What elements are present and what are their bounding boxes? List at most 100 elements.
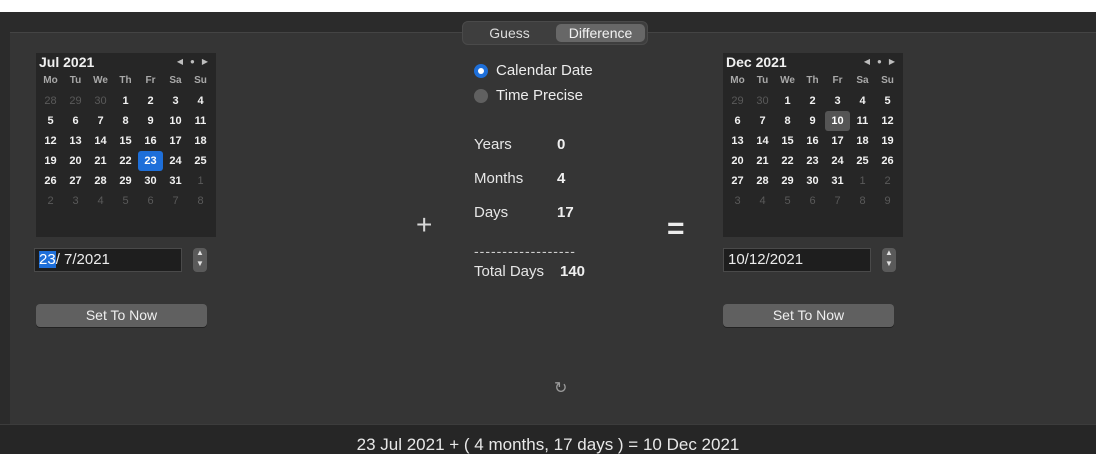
day-cell[interactable]: 2: [38, 191, 63, 211]
day-cell[interactable]: 1: [188, 171, 213, 191]
day-cell[interactable]: 20: [725, 151, 750, 171]
day-cell[interactable]: 1: [113, 91, 138, 111]
day-cell[interactable]: 25: [188, 151, 213, 171]
day-cell[interactable]: 3: [163, 91, 188, 111]
day-cell[interactable]: 12: [38, 131, 63, 151]
day-cell[interactable]: 30: [750, 91, 775, 111]
day-cell[interactable]: 6: [138, 191, 163, 211]
day-cell[interactable]: 3: [63, 191, 88, 211]
day-cell[interactable]: 30: [88, 91, 113, 111]
day-cell[interactable]: 26: [38, 171, 63, 191]
day-cell[interactable]: 3: [725, 191, 750, 211]
option-calendar-date[interactable]: Calendar Date: [474, 62, 593, 79]
day-cell[interactable]: 2: [800, 91, 825, 111]
day-cell[interactable]: 1: [850, 171, 875, 191]
day-cell[interactable]: 6: [725, 111, 750, 131]
radio-off-icon[interactable]: [474, 88, 488, 103]
start-date-field[interactable]: 23/ 7/2021: [34, 248, 182, 272]
radio-on-icon[interactable]: [474, 63, 488, 78]
stepper-up-icon[interactable]: ▲: [193, 248, 207, 259]
day-cell[interactable]: 2: [138, 91, 163, 111]
day-cell[interactable]: 9: [138, 111, 163, 131]
day-cell[interactable]: 22: [775, 151, 800, 171]
day-cell[interactable]: 24: [163, 151, 188, 171]
day-cell[interactable]: 5: [38, 111, 63, 131]
day-cell[interactable]: 20: [63, 151, 88, 171]
day-cell[interactable]: 11: [850, 111, 875, 131]
tab-difference[interactable]: Difference: [556, 24, 645, 42]
day-cell[interactable]: 8: [775, 111, 800, 131]
day-cell[interactable]: 27: [63, 171, 88, 191]
day-cell[interactable]: 4: [88, 191, 113, 211]
day-cell[interactable]: 16: [138, 131, 163, 151]
day-cell[interactable]: 2: [875, 171, 900, 191]
start-set-to-now-button[interactable]: Set To Now: [36, 304, 207, 327]
day-cell[interactable]: 21: [88, 151, 113, 171]
day-cell[interactable]: 4: [750, 191, 775, 211]
day-cell[interactable]: 29: [113, 171, 138, 191]
day-cell[interactable]: 19: [875, 131, 900, 151]
day-cell[interactable]: 6: [63, 111, 88, 131]
day-cell[interactable]: 24: [825, 151, 850, 171]
day-cell[interactable]: 26: [875, 151, 900, 171]
day-cell[interactable]: 30: [138, 171, 163, 191]
day-cell[interactable]: 3: [825, 91, 850, 111]
end-date-field[interactable]: 10/12/2021: [723, 248, 871, 272]
stepper-down-icon[interactable]: ▼: [882, 259, 896, 270]
day-cell[interactable]: 28: [88, 171, 113, 191]
day-cell[interactable]: 25: [850, 151, 875, 171]
day-cell[interactable]: 4: [188, 91, 213, 111]
day-cell[interactable]: 10: [163, 111, 188, 131]
day-cell[interactable]: 5: [875, 91, 900, 111]
day-cell[interactable]: 7: [750, 111, 775, 131]
day-cell[interactable]: 13: [725, 131, 750, 151]
start-date-day-segment[interactable]: 23: [39, 251, 56, 268]
day-cell[interactable]: 29: [775, 171, 800, 191]
option-time-precise[interactable]: Time Precise: [474, 87, 583, 104]
day-cell[interactable]: 9: [800, 111, 825, 131]
day-cell[interactable]: 13: [63, 131, 88, 151]
day-cell[interactable]: 16: [800, 131, 825, 151]
prev-month-icon[interactable]: ◀: [864, 56, 870, 68]
day-cell[interactable]: 4: [850, 91, 875, 111]
stepper-up-icon[interactable]: ▲: [882, 248, 896, 259]
day-cell[interactable]: 18: [188, 131, 213, 151]
day-cell[interactable]: 7: [825, 191, 850, 211]
end-date-stepper[interactable]: ▲ ▼: [882, 248, 896, 272]
prev-month-icon[interactable]: ◀: [177, 56, 183, 68]
highlighted-day-cell[interactable]: 10: [825, 111, 850, 131]
day-cell[interactable]: 5: [113, 191, 138, 211]
day-cell[interactable]: 8: [850, 191, 875, 211]
next-month-icon[interactable]: ▶: [889, 56, 895, 68]
day-cell[interactable]: 19: [38, 151, 63, 171]
day-cell[interactable]: 28: [38, 91, 63, 111]
day-cell[interactable]: 23: [800, 151, 825, 171]
day-cell[interactable]: 29: [725, 91, 750, 111]
day-cell[interactable]: 31: [163, 171, 188, 191]
day-cell[interactable]: 1: [775, 91, 800, 111]
day-cell[interactable]: 8: [113, 111, 138, 131]
tab-guess[interactable]: Guess: [465, 24, 554, 42]
day-cell[interactable]: 5: [775, 191, 800, 211]
day-cell[interactable]: 8: [188, 191, 213, 211]
day-cell[interactable]: 21: [750, 151, 775, 171]
day-cell[interactable]: 18: [850, 131, 875, 151]
refresh-icon[interactable]: ↻: [554, 378, 567, 398]
day-cell[interactable]: 15: [113, 131, 138, 151]
day-cell[interactable]: 31: [825, 171, 850, 191]
stepper-down-icon[interactable]: ▼: [193, 259, 207, 270]
selected-day-cell[interactable]: 23: [138, 151, 163, 171]
today-dot-icon[interactable]: ●: [877, 56, 882, 68]
day-cell[interactable]: 30: [800, 171, 825, 191]
next-month-icon[interactable]: ▶: [202, 56, 208, 68]
day-cell[interactable]: 14: [750, 131, 775, 151]
day-cell[interactable]: 29: [63, 91, 88, 111]
day-cell[interactable]: 6: [800, 191, 825, 211]
day-cell[interactable]: 12: [875, 111, 900, 131]
day-cell[interactable]: 28: [750, 171, 775, 191]
start-date-stepper[interactable]: ▲ ▼: [193, 248, 207, 272]
day-cell[interactable]: 15: [775, 131, 800, 151]
day-cell[interactable]: 9: [875, 191, 900, 211]
day-cell[interactable]: 17: [163, 131, 188, 151]
today-dot-icon[interactable]: ●: [190, 56, 195, 68]
